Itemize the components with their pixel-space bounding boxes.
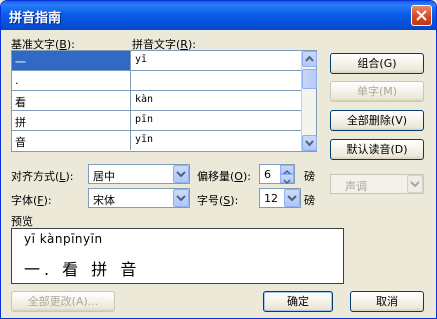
chevron-down-icon (176, 171, 186, 178)
base-text-cell[interactable]: 一 (12, 51, 131, 70)
chevron-up-icon (305, 55, 314, 62)
pinyin-guide-dialog: 拼音指南 基准文字(B): 拼音文字(R): 一 yī . 看 kàn 拼 pī (0, 0, 437, 319)
chevron-down-icon (176, 195, 186, 202)
change-all-button[interactable]: 全部更改(A)... (11, 291, 115, 312)
font-size-select[interactable]: 12 (259, 188, 301, 208)
alignment-value: 居中 (93, 170, 115, 183)
base-text-cell[interactable]: 看 (12, 91, 131, 110)
font-size-label: 字号(S): (197, 194, 239, 207)
base-text-cell[interactable]: . (12, 71, 131, 90)
scroll-up-button[interactable] (302, 51, 317, 67)
offset-spinner[interactable]: 6 (259, 164, 295, 185)
offset-unit: 磅 (304, 170, 315, 183)
grid-row: 拼 pīn (12, 111, 302, 131)
alignment-select[interactable]: 居中 (88, 164, 190, 184)
tone-dropdown-button[interactable] (407, 175, 423, 193)
grid-row: 看 kàn (12, 91, 302, 111)
default-reading-button[interactable]: 默认读音(D) (330, 139, 424, 160)
alignment-dropdown-button[interactable] (173, 165, 189, 183)
font-value: 宋体 (93, 194, 115, 207)
chevron-down-icon (305, 140, 314, 147)
pinyin-cell[interactable] (132, 71, 302, 90)
tone-select[interactable]: 声调 (330, 174, 424, 194)
pinyin-cell[interactable]: kàn (132, 91, 302, 110)
chevron-down-icon (410, 181, 420, 188)
offset-value: 6 (264, 168, 271, 181)
base-text-cell[interactable]: 音 (12, 131, 131, 150)
close-icon (416, 10, 427, 21)
font-size-value: 12 (264, 192, 278, 205)
font-select[interactable]: 宋体 (88, 188, 190, 208)
chevron-down-icon (287, 195, 297, 202)
grid-row: 一 yī (12, 51, 302, 71)
close-button[interactable] (411, 5, 432, 26)
grid-row: . (12, 71, 302, 91)
scroll-down-button[interactable] (302, 135, 317, 151)
chevron-down-icon (283, 179, 291, 185)
alignment-label: 对齐方式(L): (11, 170, 74, 183)
offset-label: 偏移量(O): (197, 170, 251, 183)
font-size-unit: 磅 (304, 194, 315, 207)
pinyin-grid: 一 yī . 看 kàn 拼 pīn 音 yīn (11, 50, 317, 152)
preview-text: 一. 看 拼 音 (24, 260, 141, 279)
font-dropdown-button[interactable] (173, 189, 189, 207)
pinyin-cell[interactable]: yī (132, 51, 302, 70)
preview-label: 预览 (11, 215, 33, 228)
offset-down-button[interactable] (280, 174, 294, 185)
grid-row: 音 yīn (12, 131, 302, 151)
grid-scrollbar[interactable] (301, 51, 317, 151)
scroll-thumb[interactable] (302, 69, 317, 89)
pinyin-cell[interactable]: pīn (132, 111, 302, 130)
preview-pinyin: yī kànpīnyīn (24, 232, 103, 246)
group-button[interactable]: 组合(G) (330, 53, 424, 74)
delete-all-button[interactable]: 全部删除(V) (330, 110, 424, 131)
tone-value: 声调 (345, 180, 367, 193)
font-label: 字体(F): (11, 194, 52, 207)
font-size-dropdown-button[interactable] (284, 189, 300, 207)
pinyin-cell[interactable]: yīn (132, 131, 302, 150)
base-text-cell[interactable]: 拼 (12, 111, 131, 130)
window-title: 拼音指南 (9, 11, 62, 26)
offset-up-button[interactable] (280, 165, 294, 175)
title-bar[interactable]: 拼音指南 (1, 1, 436, 30)
single-char-button[interactable]: 单字(M) (330, 81, 424, 102)
preview-box: yī kànpīnyīn 一. 看 拼 音 (11, 228, 344, 284)
cancel-button[interactable]: 取消 (350, 291, 424, 312)
ok-button[interactable]: 确定 (263, 291, 333, 312)
